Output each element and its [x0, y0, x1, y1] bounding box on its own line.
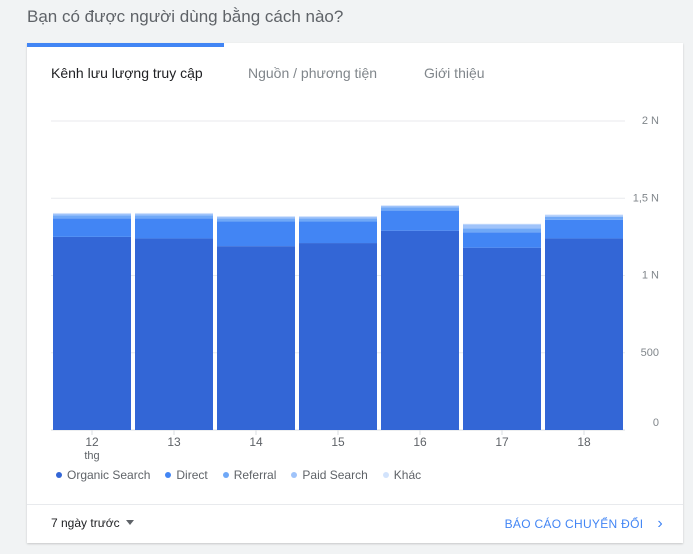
caret-down-icon — [125, 520, 134, 526]
legend-dot-icon — [291, 471, 298, 478]
bar-segment — [463, 228, 541, 233]
bar-segment — [299, 216, 377, 219]
conversion-report-link[interactable]: BÁO CÁO CHUYỂN ĐỔI › — [504, 515, 663, 534]
bar-segment — [299, 218, 377, 222]
y-tick-label: 500 — [641, 347, 659, 359]
bar-segment — [545, 214, 623, 216]
x-tick-label: 15 — [331, 435, 345, 449]
legend-dot-icon — [165, 471, 172, 478]
x-tick-sublabel: thg — [84, 450, 99, 462]
bar-segment — [135, 213, 213, 216]
bar-segment — [53, 212, 131, 214]
bar-segment — [381, 205, 459, 206]
x-tick-label: 12 — [85, 435, 99, 449]
bar-segment — [463, 224, 541, 229]
bar-segment — [53, 218, 131, 237]
legend-item: Organic Search — [56, 468, 150, 482]
bar-segment — [381, 210, 459, 231]
bar-segment — [545, 219, 623, 239]
bar-segment — [217, 216, 295, 219]
bar-segment — [217, 216, 295, 217]
legend-label: Organic Search — [67, 468, 151, 482]
legend-dot-icon — [56, 471, 62, 478]
bar-segment — [381, 205, 459, 208]
y-tick-label: 2 N — [642, 115, 659, 127]
bar-segment — [463, 247, 541, 430]
y-tick-label: 1 N — [642, 270, 659, 282]
x-tick-label: 16 — [413, 435, 427, 449]
x-tick-label: 14 — [249, 435, 263, 449]
x-tick-label: 17 — [495, 435, 509, 449]
stacked-bar-chart: 0 500 1 N 1,5 N 2 N 12thg 13 14 15 16 17 18 — [51, 115, 659, 462]
y-tick-label: 1,5 N — [633, 192, 659, 204]
bar-segment — [217, 246, 295, 430]
bar-segment — [545, 238, 623, 430]
bar-segment — [463, 223, 541, 225]
acquisition-card: Kênh lưu lượng truy cập Nguồn / phương t… — [27, 43, 683, 543]
legend-dot-icon — [222, 471, 229, 478]
bar-segment — [381, 230, 459, 430]
bar-segment — [53, 236, 131, 430]
bar-segment — [299, 216, 377, 217]
y-tick-label: 0 — [653, 417, 659, 429]
legend-dot-icon — [382, 471, 389, 478]
legend-label: Paid Search — [302, 468, 368, 482]
legend-item: Direct — [165, 468, 208, 482]
bar-segment — [545, 215, 623, 217]
legend-label: Khác — [393, 468, 422, 482]
bar-segment — [53, 215, 131, 219]
legend-label: Referral — [233, 468, 277, 482]
chart-legend: Organic Search Direct Referral Paid Search K… — [56, 468, 436, 482]
bar-segment — [135, 212, 213, 214]
bar-segment — [545, 216, 623, 220]
bar-segment — [299, 243, 377, 430]
legend-label: Direct — [176, 468, 208, 482]
bar-segment — [381, 207, 459, 211]
bar-segment — [217, 221, 295, 247]
footer-divider — [27, 504, 683, 505]
bar-segment — [299, 221, 377, 244]
date-range-label: 7 ngày trước — [51, 516, 120, 530]
bar-segment — [217, 218, 295, 222]
x-tick-label: 13 — [167, 435, 181, 449]
legend-item: Referral — [222, 468, 277, 482]
date-range-dropdown[interactable]: 7 ngày trước — [51, 516, 134, 530]
bar-segment — [463, 232, 541, 248]
legend-item: Khác — [382, 468, 422, 482]
bar-segment — [135, 238, 213, 430]
legend-item: Paid Search — [291, 468, 368, 482]
bar-segment — [53, 213, 131, 216]
chevron-right-icon: › — [657, 515, 663, 532]
page-question: Bạn có được người dùng bằng cách nào? — [27, 7, 344, 26]
bar-segment — [135, 215, 213, 219]
conversion-report-label: BÁO CÁO CHUYỂN ĐỔI — [504, 517, 644, 532]
bar-segment — [135, 218, 213, 239]
x-tick-label: 18 — [577, 435, 591, 449]
